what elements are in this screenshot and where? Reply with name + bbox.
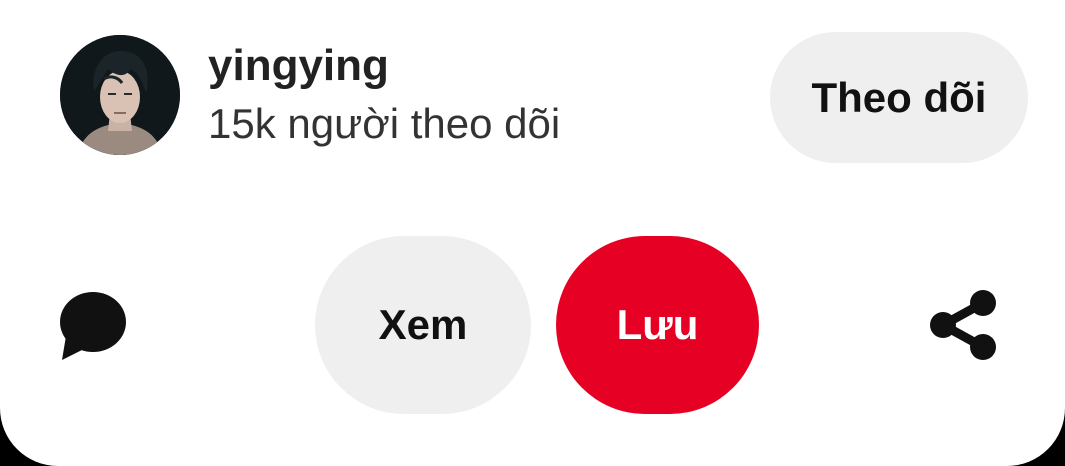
pin-action-sheet: yingying 15k người theo dõi Theo dõi Xem… bbox=[0, 0, 1065, 466]
share-icon bbox=[930, 290, 996, 360]
save-button[interactable]: Lưu bbox=[556, 236, 759, 414]
follow-button[interactable]: Theo dõi bbox=[770, 32, 1028, 163]
avatar[interactable] bbox=[60, 35, 180, 155]
share-button[interactable] bbox=[925, 285, 1001, 365]
avatar-image bbox=[60, 35, 180, 155]
username[interactable]: yingying bbox=[208, 38, 389, 94]
comment-icon bbox=[60, 292, 126, 360]
comment-button[interactable] bbox=[58, 290, 130, 362]
follower-count: 15k người theo dõi bbox=[208, 100, 561, 147]
view-button[interactable]: Xem bbox=[315, 236, 531, 414]
